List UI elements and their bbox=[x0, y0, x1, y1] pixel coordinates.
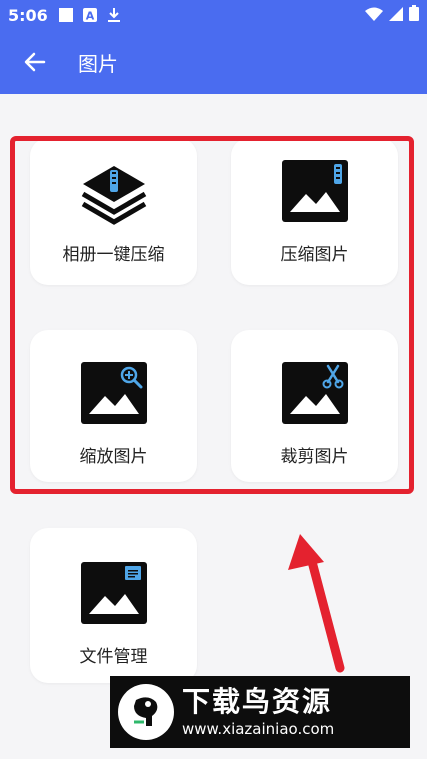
watermark-url: www.xiazainiao.com bbox=[182, 720, 335, 738]
album-compress-card[interactable]: 相册一键压缩 bbox=[30, 138, 197, 285]
card-label: 缩放图片 bbox=[79, 447, 148, 467]
card-label: 压缩图片 bbox=[280, 245, 349, 265]
image-zoom-icon bbox=[79, 360, 149, 430]
notification-a-icon: A bbox=[82, 7, 98, 23]
status-time: 5:06 bbox=[8, 5, 48, 25]
back-button[interactable] bbox=[0, 30, 70, 94]
card-label: 相册一键压缩 bbox=[62, 245, 165, 265]
page-title: 图片 bbox=[78, 51, 118, 76]
card-label: 裁剪图片 bbox=[280, 447, 349, 467]
arrow-left-icon bbox=[24, 52, 46, 72]
app-bar: 图片 bbox=[0, 30, 427, 94]
image-crop-icon bbox=[280, 360, 350, 430]
wifi-icon bbox=[365, 6, 383, 25]
status-bar: 5:06 A bbox=[0, 0, 427, 30]
file-manager-card[interactable]: 文件管理 bbox=[30, 528, 197, 683]
watermark-title: 下载鸟资源 bbox=[182, 685, 333, 718]
signal-icon bbox=[389, 6, 403, 25]
notification-square-icon bbox=[58, 7, 74, 23]
image-zip-icon bbox=[280, 158, 350, 228]
download-icon bbox=[106, 7, 122, 23]
red-arrow-icon bbox=[288, 534, 345, 673]
compress-image-card[interactable]: 压缩图片 bbox=[231, 138, 398, 285]
image-file-icon bbox=[79, 560, 149, 630]
crop-image-card[interactable]: 裁剪图片 bbox=[231, 330, 398, 482]
svg-text:A: A bbox=[86, 10, 95, 23]
stack-zip-icon bbox=[79, 158, 149, 228]
card-label: 文件管理 bbox=[79, 647, 148, 667]
battery-icon bbox=[409, 5, 419, 25]
watermark-banner: 下载鸟资源 www.xiazainiao.com bbox=[110, 676, 410, 748]
bird-logo-icon bbox=[118, 684, 174, 740]
scale-image-card[interactable]: 缩放图片 bbox=[30, 330, 197, 482]
